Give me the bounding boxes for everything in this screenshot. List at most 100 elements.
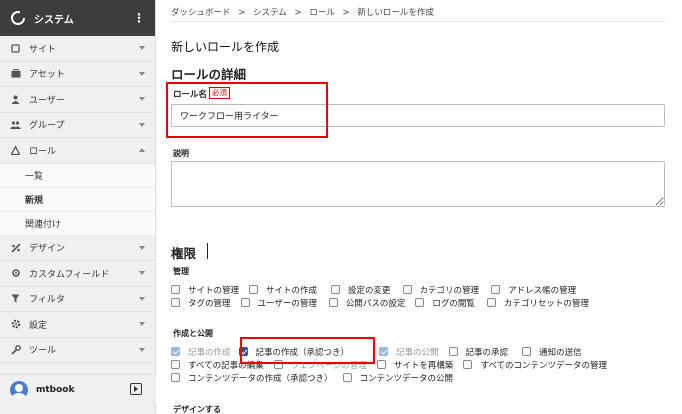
perm-label: コンテンツデータの作成（承認つき） bbox=[188, 373, 333, 384]
checkbox[interactable] bbox=[491, 285, 501, 294]
checkbox[interactable] bbox=[331, 285, 341, 294]
perm-publish-paths[interactable]: 公開パスの設定 bbox=[328, 297, 406, 309]
checkbox[interactable] bbox=[402, 285, 412, 294]
sidebar-item-label: フィルタ bbox=[29, 295, 65, 306]
perm-create-content-data-approval[interactable]: コンテンツデータの作成（承認つき） bbox=[171, 372, 333, 384]
asset-icon bbox=[10, 68, 21, 79]
checkbox[interactable] bbox=[328, 298, 338, 307]
breadcrumb-separator: > bbox=[294, 8, 302, 18]
admin-row-2: タグの管理 ユーザーの管理 公開パスの設定 ログの閲覧 カテゴリセットの管理 bbox=[171, 296, 599, 309]
sidebar-item-tools[interactable]: ツール bbox=[0, 338, 155, 363]
checkbox[interactable] bbox=[171, 347, 180, 356]
checkbox[interactable] bbox=[249, 285, 259, 294]
breadcrumb-separator: > bbox=[342, 8, 350, 18]
sidebar-item-label: ツール bbox=[29, 346, 57, 357]
sidebar-item-role[interactable]: ロール bbox=[0, 138, 155, 164]
perm-label: 設定の変更 bbox=[348, 285, 391, 296]
sidebar-item-design[interactable]: デザイン bbox=[0, 236, 155, 261]
sidebar-item-label: サイト bbox=[29, 44, 57, 55]
perm-rebuild-site[interactable]: サイトを再構築 bbox=[376, 359, 454, 371]
perm-approve-post[interactable]: 記事の承認 bbox=[448, 346, 509, 358]
logout-icon[interactable] bbox=[130, 383, 142, 395]
sidebar: システム ⋮ サイト アセット ユーザー グループ ロール 一覧 新規 関連付け… bbox=[0, 0, 156, 414]
publish-row-1: 記事の作成 記事の作成（承認つき） 記事の公開 記事の承認 通知の送信 bbox=[171, 345, 592, 358]
perm-manage-all-content-data[interactable]: すべてのコンテンツデータの管理 bbox=[463, 359, 607, 371]
chevron-down-icon bbox=[139, 97, 145, 101]
perm-publish-post[interactable]: 記事の公開 bbox=[379, 346, 439, 358]
avatar[interactable] bbox=[10, 380, 28, 399]
perm-create-post[interactable]: 記事の作成 bbox=[171, 346, 231, 358]
perm-label: 通知の送信 bbox=[539, 347, 582, 358]
checkbox[interactable] bbox=[171, 298, 180, 307]
system-logo-icon bbox=[11, 11, 25, 25]
sidebar-item-group[interactable]: グループ bbox=[0, 113, 155, 138]
chevron-down-icon bbox=[139, 122, 145, 127]
sidebar-subitem-label: 関連付け bbox=[25, 219, 62, 230]
perm-manage-category-sets[interactable]: カテゴリセットの管理 bbox=[486, 297, 589, 309]
breadcrumb-current: 新しいロールを作成 bbox=[357, 8, 434, 18]
system-brand-button[interactable]: システム ⋮ bbox=[0, 0, 155, 36]
sidebar-subitem-label: 一覧 bbox=[25, 171, 44, 182]
main-content: ダッシュボード > システム > ロール > 新しいロールを作成 新しいロールを… bbox=[166, 0, 667, 414]
sidebar-item-label: 設定 bbox=[29, 320, 48, 331]
perm-manage-tags[interactable]: タグの管理 bbox=[171, 297, 231, 309]
section-heading-permissions: 権限 bbox=[171, 246, 197, 261]
perm-label: タグの管理 bbox=[188, 298, 231, 309]
checkbox[interactable] bbox=[171, 360, 180, 369]
perm-manage-site[interactable]: サイトの管理 bbox=[171, 284, 239, 296]
perm-label: ユーザーの管理 bbox=[257, 298, 317, 309]
text-cursor bbox=[207, 243, 208, 259]
highlight-create-post-approval bbox=[240, 337, 375, 364]
checkbox[interactable] bbox=[463, 360, 473, 369]
chevron-down-icon bbox=[139, 271, 145, 275]
sidebar-item-label: グループ bbox=[29, 121, 65, 132]
perm-send-notifications[interactable]: 通知の送信 bbox=[522, 346, 582, 358]
sidebar-subitem-new[interactable]: 新規 bbox=[0, 187, 155, 212]
breadcrumb-dashboard[interactable]: ダッシュボード bbox=[171, 8, 231, 18]
sidebar-subitem-associations[interactable]: 関連付け bbox=[0, 211, 155, 236]
chevron-down-icon bbox=[139, 46, 145, 50]
admin-row-1: サイトの管理 サイトの作成 設定の変更 カテゴリの管理 アドレス帳の管理 bbox=[171, 283, 586, 296]
perm-label: 公開パスの設定 bbox=[345, 298, 406, 309]
perm-edit-config[interactable]: 設定の変更 bbox=[331, 284, 391, 296]
perm-label: サイトを再構築 bbox=[393, 360, 454, 371]
perm-manage-users[interactable]: ユーザーの管理 bbox=[240, 297, 317, 309]
perm-create-site[interactable]: サイトの作成 bbox=[249, 284, 317, 296]
sidebar-item-custom-field[interactable]: カスタムフィールド bbox=[0, 261, 155, 287]
sidebar-item-asset[interactable]: アセット bbox=[0, 62, 155, 87]
highlight-role-name bbox=[166, 82, 328, 138]
kebab-menu-icon[interactable]: ⋮ bbox=[133, 11, 145, 25]
sidebar-subitem-list[interactable]: 一覧 bbox=[0, 163, 155, 188]
user-bar: mtbook bbox=[0, 374, 156, 404]
breadcrumb: ダッシュボード > システム > ロール > 新しいロールを作成 bbox=[171, 6, 665, 22]
description-textarea[interactable] bbox=[171, 161, 665, 207]
checkbox[interactable] bbox=[342, 373, 352, 382]
perm-label: 記事の承認 bbox=[465, 347, 509, 358]
site-icon bbox=[10, 43, 21, 54]
sidebar-item-filter[interactable]: フィルタ bbox=[0, 287, 155, 312]
sidebar-item-user[interactable]: ユーザー bbox=[0, 87, 155, 113]
wrench-icon bbox=[10, 344, 21, 355]
brand-label: システム bbox=[34, 14, 74, 26]
perm-manage-categories[interactable]: カテゴリの管理 bbox=[402, 284, 479, 296]
checkbox[interactable] bbox=[448, 347, 458, 356]
checkbox[interactable] bbox=[171, 285, 180, 294]
breadcrumb-system[interactable]: システム bbox=[253, 8, 287, 18]
checkbox[interactable] bbox=[486, 298, 496, 307]
perm-publish-content-data[interactable]: コンテンツデータの公開 bbox=[342, 372, 453, 384]
checkbox[interactable] bbox=[240, 298, 250, 307]
sidebar-item-settings[interactable]: 設定 bbox=[0, 312, 155, 338]
perm-label: 記事の公開 bbox=[396, 347, 439, 358]
sidebar-item-label: カスタムフィールド bbox=[29, 269, 110, 280]
checkbox[interactable] bbox=[522, 347, 532, 356]
perm-label: 記事の作成 bbox=[188, 347, 231, 358]
user-icon bbox=[10, 94, 21, 105]
checkbox[interactable] bbox=[415, 298, 425, 307]
breadcrumb-role[interactable]: ロール bbox=[309, 8, 335, 18]
perm-view-log[interactable]: ログの閲覧 bbox=[415, 297, 475, 309]
sidebar-item-site[interactable]: サイト bbox=[0, 36, 155, 62]
perm-manage-address-book[interactable]: アドレス帳の管理 bbox=[491, 284, 576, 296]
checkbox[interactable] bbox=[379, 347, 389, 356]
checkbox[interactable] bbox=[376, 360, 386, 369]
checkbox[interactable] bbox=[171, 373, 180, 382]
